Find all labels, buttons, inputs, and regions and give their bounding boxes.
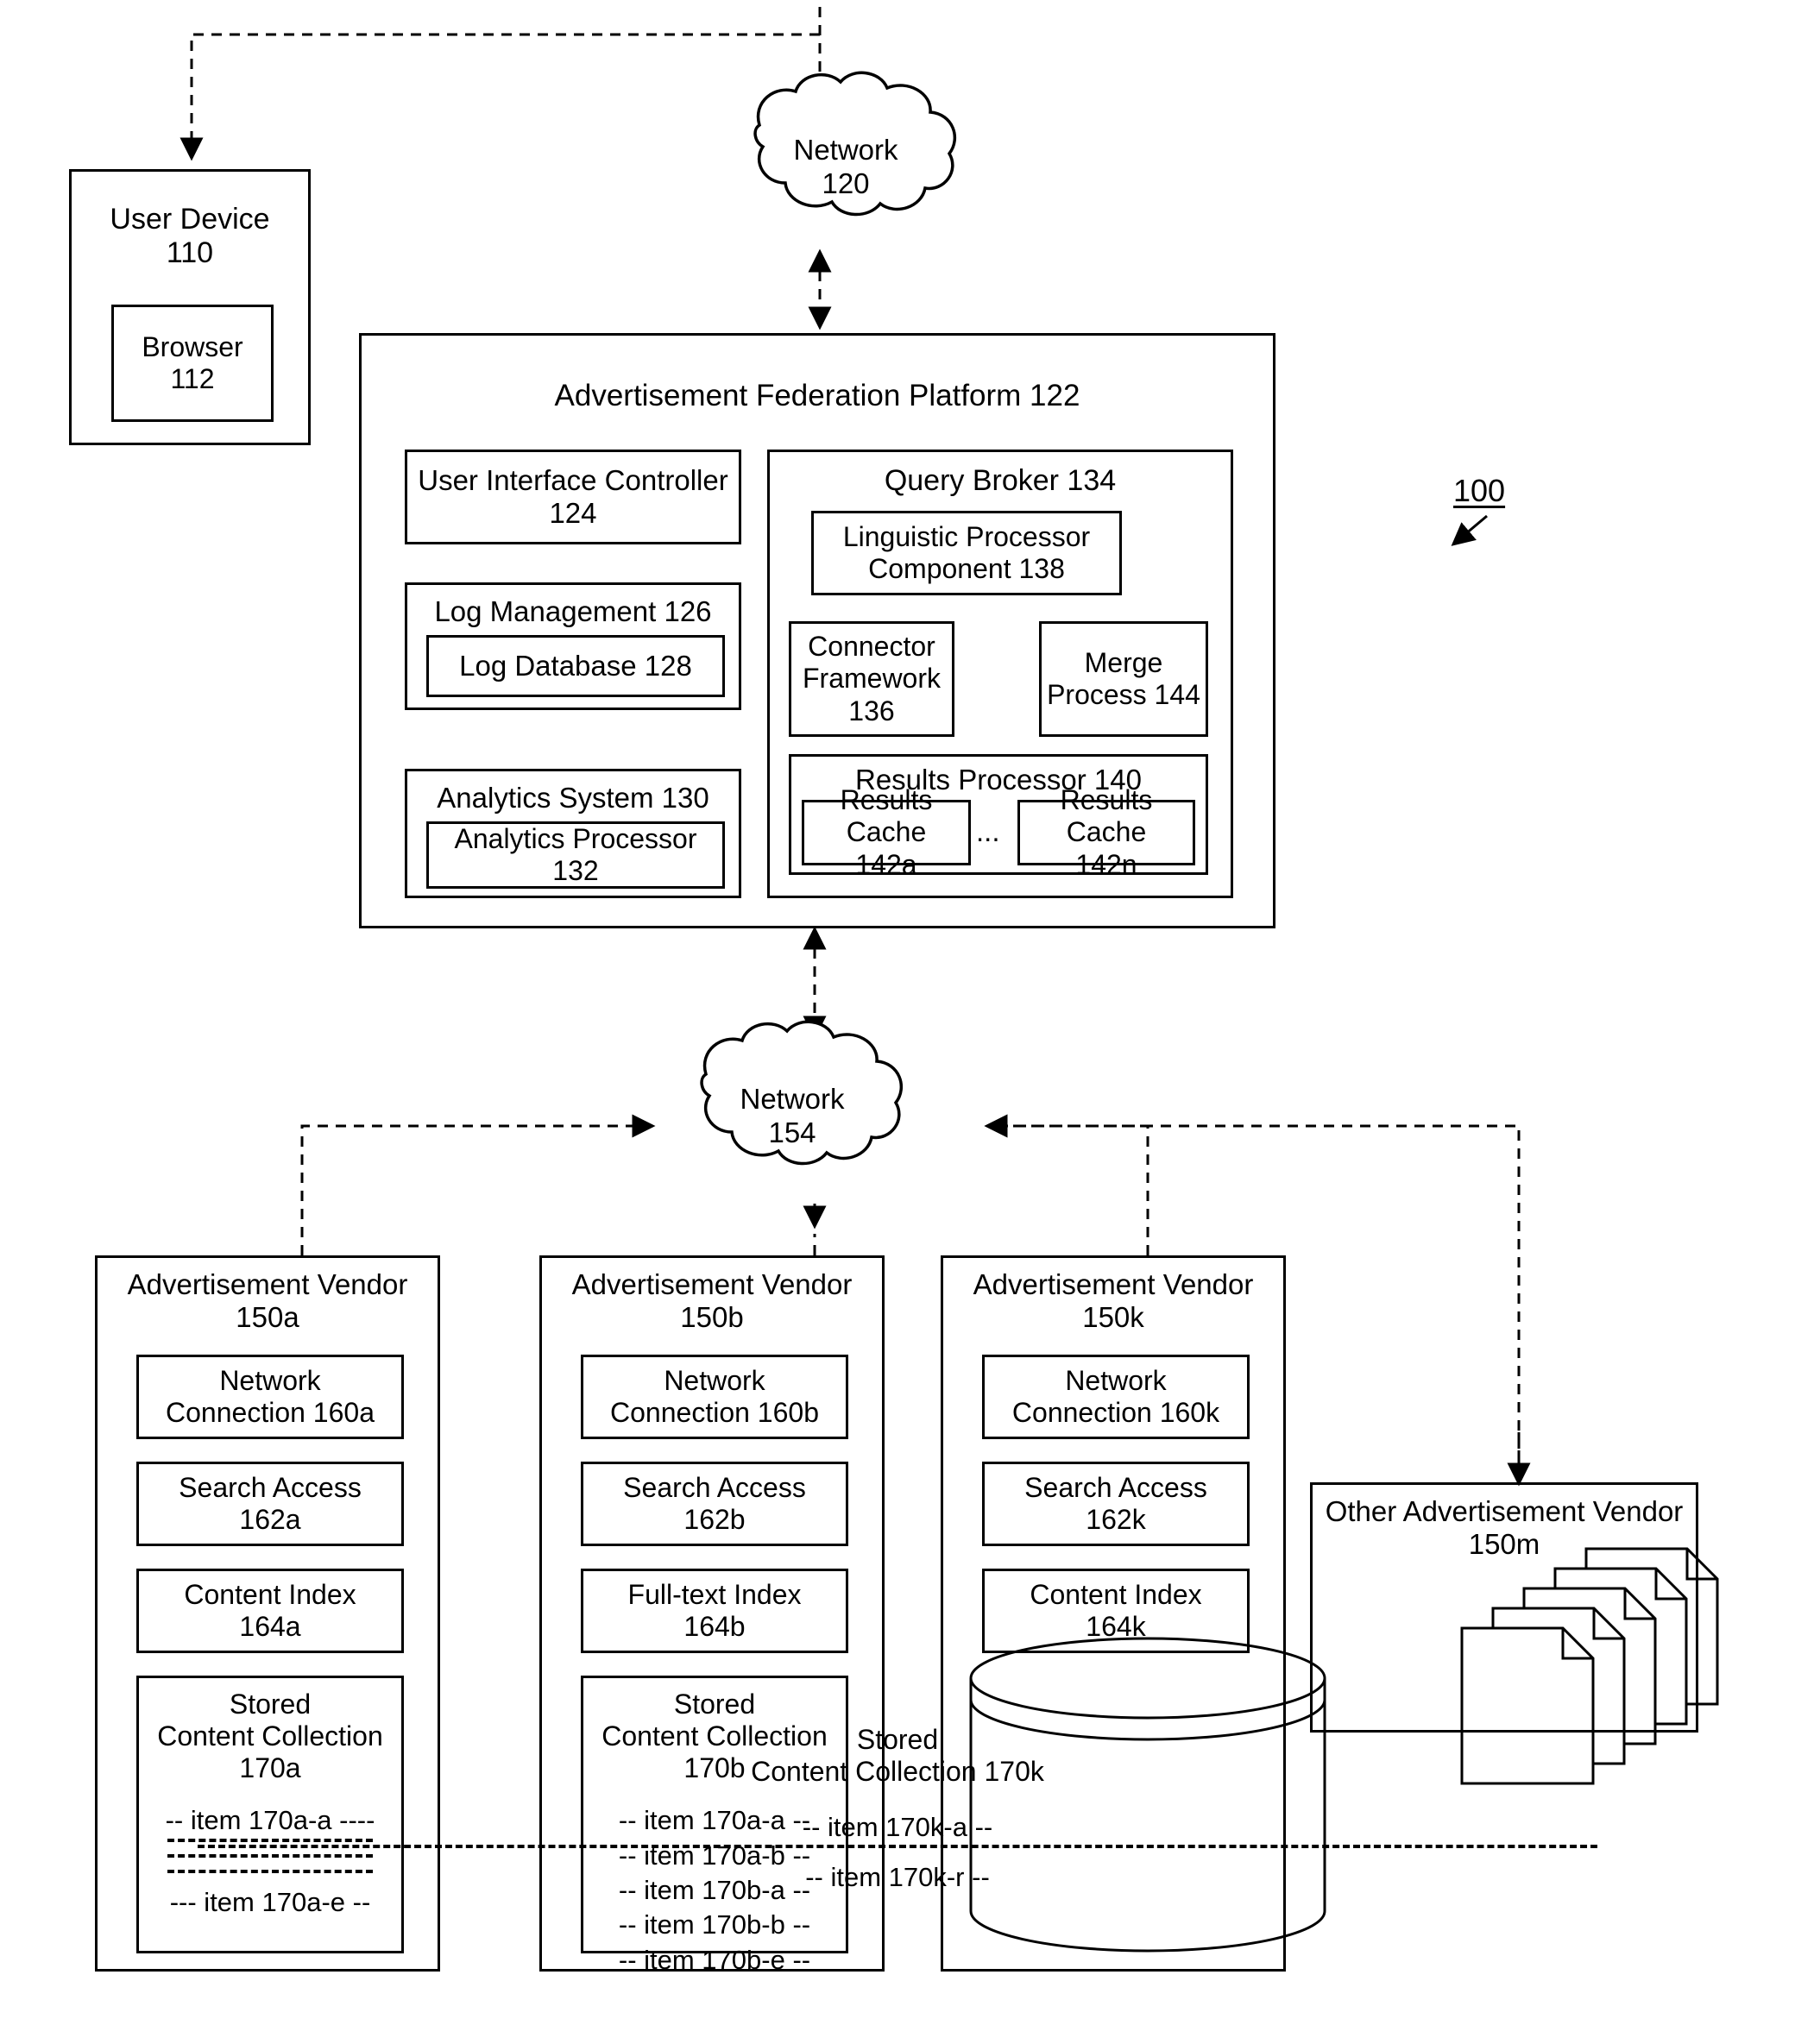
network-120-label: Network 120 [793,134,898,199]
search-access-162k-label: Search Access 162k [1024,1471,1207,1535]
content-index-164k-box: Content Index 164k [982,1569,1250,1653]
search-access-162b-label: Search Access 162b [623,1471,806,1535]
search-access-162a-box: Search Access 162a [136,1462,404,1546]
user-interface-controller-box: User Interface Controller 124 [405,450,741,544]
link-vendor150a-network154 [300,1114,656,1255]
content-index-164a-box: Content Index 164a [136,1569,404,1653]
item-separator-spacer [0,1848,1795,1860]
log-database-label: Log Database 128 [459,649,692,682]
collection-item: -- item 170k-a -- [802,1812,993,1842]
search-access-162k-box: Search Access 162k [982,1462,1250,1546]
browser-label: Browser 112 [142,330,243,394]
other-advertisement-vendor-150m-box: Other Advertisement Vendor 150m [1310,1482,1698,1733]
results-cache-142n-label: Results Cache 142n [1060,784,1153,880]
results-cache-142n-box: Results Cache 142n [1017,784,1195,880]
platform-title: Advertisement Federation Platform 122 [554,379,1080,412]
search-access-162b-box: Search Access 162b [581,1462,848,1546]
connector-framework-box: Connector Framework 136 [789,621,954,737]
query-broker-label: Query Broker 134 [884,464,1117,497]
link-vendor150k-network154 [984,1114,1149,1255]
query-broker-box: Query Broker 134 Linguistic Processor Co… [767,450,1233,898]
advertisement-vendor-150k-title: Advertisement Vendor 150k [973,1268,1254,1334]
other-advertisement-vendor-150m-label: Other Advertisement Vendor 150m [1325,1495,1684,1561]
full-text-index-164b-box: Full-text Index 164b [581,1569,848,1653]
network-154-label: Network 154 [740,1083,845,1148]
merge-process-box: Merge Process 144 [1039,621,1208,737]
collection-item: -- item 170k-r -- [805,1862,990,1893]
network-connection-160a-box: Network Connection 160a [136,1355,404,1439]
network-connection-160k-box: Network Connection 160k [982,1355,1250,1439]
linguistic-processor-component-label: Linguistic Processor Component 138 [842,520,1091,584]
network-connection-160b-box: Network Connection 160b [581,1355,848,1439]
collection-170k-items: -- item 170k-a -- -- item 170k-r -- [0,1810,1795,1896]
network-connection-160a-label: Network Connection 160a [166,1364,375,1428]
network-connection-160b-label: Network Connection 160b [610,1364,819,1428]
user-interface-controller-label: User Interface Controller 124 [418,463,728,529]
analytics-processor-label: Analytics Processor 132 [454,822,697,886]
user-device-label: User Device 110 [110,203,270,270]
analytics-processor-box: Analytics Processor 132 [426,821,725,889]
log-management-box: Log Management 126 Log Database 128 [405,582,741,710]
network-connection-160k-label: Network Connection 160k [1011,1364,1220,1428]
collection-item: -- item 170b-e -- [618,1944,811,1975]
results-processor-box: Results Processor 140 Results Cache 142a… [789,754,1208,880]
log-management-label: Log Management 126 [434,595,712,627]
search-access-162a-label: Search Access 162a [179,1471,362,1535]
content-index-164a-label: Content Index 164a [184,1578,356,1642]
connector-framework-label: Connector Framework 136 [802,631,941,726]
merge-process-label: Merge Process 144 [1047,646,1200,710]
collection-item: -- item 170b-b -- [618,1909,811,1940]
reference-leader-arrow [1451,514,1488,546]
content-index-164k-label: Content Index 164k [1030,1578,1202,1642]
results-cache-142a-box: Results Cache 142a [802,784,971,880]
figure-reference-numeral: 100 [1453,473,1506,508]
stored-content-collection-170k-label: Stored Content Collection 170k [751,1724,1044,1788]
analytics-system-label: Analytics System 130 [437,782,709,814]
advertisement-vendor-150a-title: Advertisement Vendor 150a [127,1268,408,1334]
analytics-system-box: Analytics System 130 Analytics Processor… [405,769,741,898]
log-database-box: Log Database 128 [426,635,725,697]
advertisement-federation-platform-box: Advertisement Federation Platform 122 Us… [359,333,1275,928]
user-device-box: User Device 110 Browser 112 [69,169,311,445]
patent-figure-100: Network 120 Network 154 100 User Device … [0,0,1795,2044]
linguistic-processor-component-box: Linguistic Processor Component 138 [811,511,1122,595]
results-cache-142a-label: Results Cache 142a [840,784,933,880]
results-cache-ellipsis: ... [976,815,1000,847]
link-network120-to-userdevice [180,33,820,161]
browser-box: Browser 112 [111,305,274,422]
full-text-index-164b-label: Full-text Index 164b [627,1578,802,1642]
advertisement-vendor-150b-title: Advertisement Vendor 150b [571,1268,853,1334]
